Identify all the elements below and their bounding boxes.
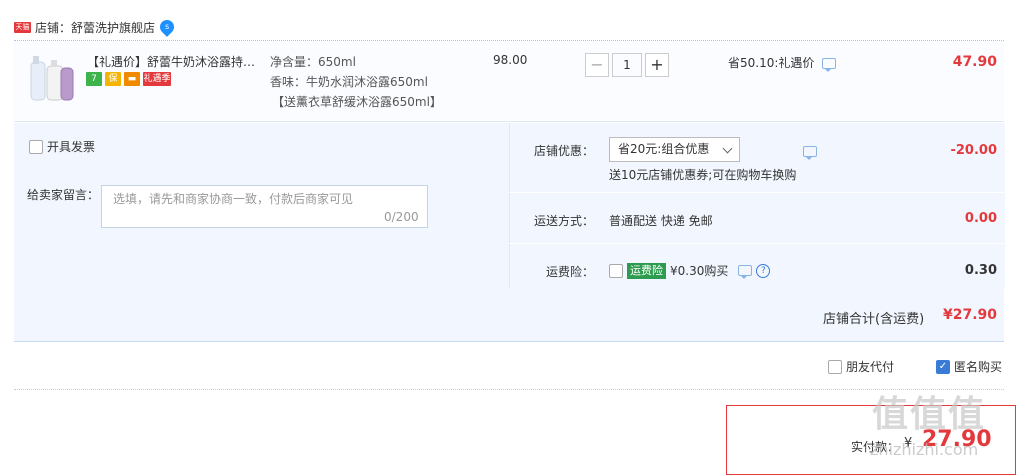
invoice-checkbox[interactable] bbox=[29, 139, 43, 154]
coupon-discount: -20.00 bbox=[950, 143, 997, 158]
coupon-selected: 省20元:组合优惠 bbox=[618, 142, 710, 156]
friend-pay-option[interactable]: 朋友代付 bbox=[828, 358, 894, 375]
quantity-input[interactable]: 1 bbox=[612, 53, 642, 77]
shop-total-value: ¥27.90 bbox=[942, 307, 997, 323]
watermark-logo: 值值值 bbox=[872, 394, 987, 435]
insurance-tag: 运费险 bbox=[627, 262, 666, 279]
divider bbox=[509, 192, 1004, 193]
coupon-label: 店铺优惠： bbox=[534, 144, 595, 158]
message-char-count: 0/200 bbox=[384, 210, 419, 224]
unit-price: 98.00 bbox=[493, 53, 528, 67]
water-drop-icon[interactable]: s bbox=[157, 17, 177, 37]
shop-header: 天猫 店铺：舒蕾洗护旗舰店 s bbox=[14, 17, 177, 37]
7day-return-tag: 7 bbox=[86, 72, 102, 86]
invoice-option[interactable]: 开具发票 bbox=[29, 138, 95, 155]
shop-total-label: 店铺合计(含运费) bbox=[823, 312, 925, 327]
anonymous-option[interactable]: ✓ 匿名购买 bbox=[936, 358, 1002, 375]
decrease-button[interactable]: − bbox=[585, 53, 609, 77]
spec-volume: 净含量：650ml bbox=[270, 55, 356, 69]
chat-icon[interactable] bbox=[803, 146, 817, 160]
divider bbox=[509, 243, 1004, 244]
product-tags: 7 保 ▬ 礼遇季 bbox=[86, 72, 171, 86]
product-title[interactable]: 【礼遇价】舒蕾牛奶沐浴露持久留香 bbox=[87, 53, 267, 70]
friend-pay-checkbox[interactable] bbox=[828, 359, 842, 374]
invoice-label: 开具发票 bbox=[47, 140, 96, 154]
gift-tag: 礼遇季 bbox=[143, 72, 171, 86]
quantity-stepper: − 1 + bbox=[585, 53, 669, 77]
anonymous-label: 匿名购买 bbox=[954, 360, 1003, 374]
insurance-option[interactable]: 运费险 ¥0.30购买 ? bbox=[609, 262, 771, 279]
promo-text: 省50.10:礼遇价 bbox=[728, 56, 815, 70]
divider bbox=[14, 389, 1004, 391]
tmall-badge: 天猫 bbox=[14, 21, 31, 33]
coupon-note: 送10元店铺优惠券;可在购物车换购 bbox=[609, 168, 797, 182]
insurance-checkbox[interactable] bbox=[609, 263, 623, 278]
guarantee-tag: 保 bbox=[105, 72, 121, 86]
item-subtotal: 47.90 bbox=[952, 54, 997, 70]
watermark-url: zhizhizhi.com bbox=[870, 440, 979, 459]
insurance-price: ¥0.30购买 bbox=[670, 264, 729, 278]
increase-button[interactable]: + bbox=[645, 53, 669, 77]
shipping-fee: 0.00 bbox=[964, 211, 997, 226]
message-label: 给卖家留言： bbox=[27, 188, 100, 202]
insurance-label: 运费险： bbox=[546, 265, 595, 279]
coupon-select[interactable]: 省20元:组合优惠 bbox=[609, 137, 740, 162]
chat-icon[interactable] bbox=[738, 265, 753, 279]
help-icon[interactable]: ? bbox=[756, 263, 771, 278]
insurance-value: 0.30 bbox=[964, 263, 997, 278]
message-placeholder: 选填，请先和商家协商一致，付款后商家可见 bbox=[113, 192, 354, 206]
spec-scent: 香味：牛奶水润沐浴露650ml bbox=[270, 75, 428, 89]
anonymous-checkbox[interactable]: ✓ bbox=[936, 359, 950, 374]
friend-pay-label: 朋友代付 bbox=[846, 360, 895, 374]
shipping-method: 普通配送 快递 免邮 bbox=[609, 214, 713, 228]
chevron-down-icon bbox=[722, 143, 733, 154]
spec-gift: 【送薰衣草舒缓沐浴露650ml】 bbox=[272, 95, 442, 109]
chat-icon[interactable] bbox=[822, 58, 837, 72]
card-tag: ▬ bbox=[124, 72, 140, 86]
product-thumbnail[interactable] bbox=[27, 52, 75, 104]
promo-info: 省50.10:礼遇价 bbox=[728, 54, 837, 72]
shipping-label: 运送方式： bbox=[534, 214, 595, 228]
shop-name[interactable]: 店铺：舒蕾洗护旗舰店 bbox=[35, 19, 155, 36]
